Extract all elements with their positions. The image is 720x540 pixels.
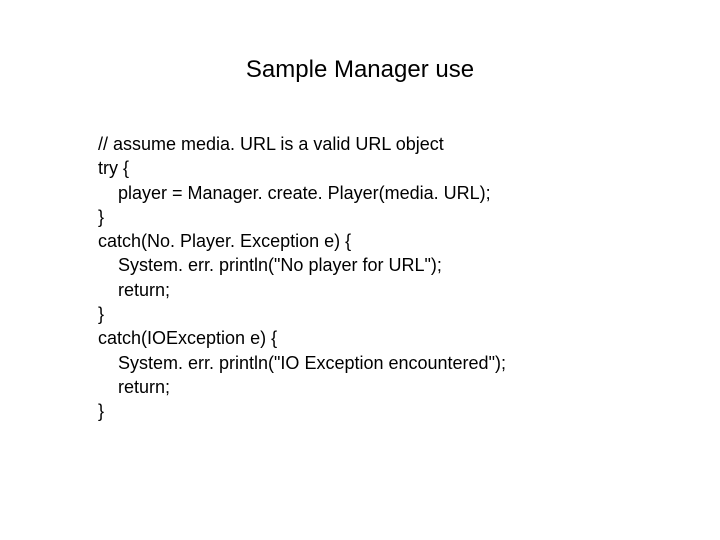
code-line: try { <box>98 158 129 178</box>
code-line: catch(IOException e) { <box>98 328 277 348</box>
code-line: return; <box>98 377 170 397</box>
code-line: // assume media. URL is a valid URL obje… <box>98 134 444 154</box>
code-line: catch(No. Player. Exception e) { <box>98 231 351 251</box>
code-line: } <box>98 207 104 227</box>
code-line: System. err. println("IO Exception encou… <box>98 353 506 373</box>
code-line: return; <box>98 280 170 300</box>
code-block: // assume media. URL is a valid URL obje… <box>98 132 506 424</box>
code-line: } <box>98 304 104 324</box>
code-line: player = Manager. create. Player(media. … <box>98 183 491 203</box>
code-line: System. err. println("No player for URL"… <box>98 255 442 275</box>
slide: Sample Manager use // assume media. URL … <box>0 0 720 540</box>
code-line: } <box>98 401 104 421</box>
slide-title: Sample Manager use <box>0 56 720 84</box>
